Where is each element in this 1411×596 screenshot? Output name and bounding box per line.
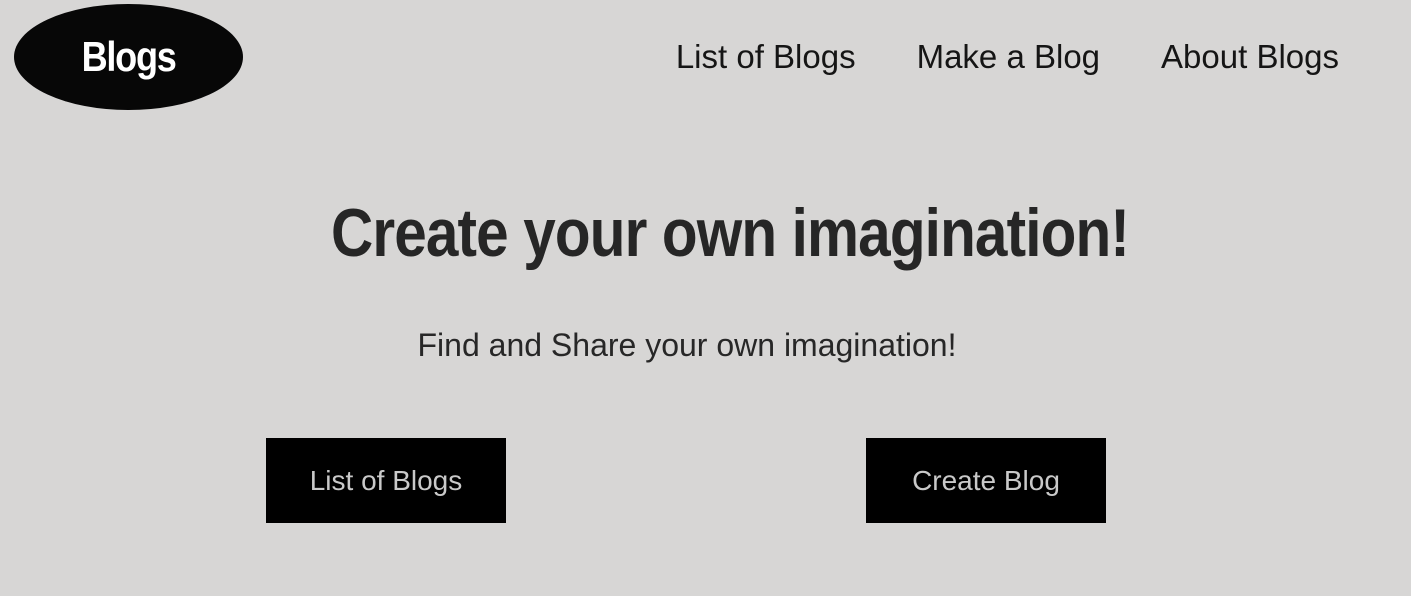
hero-subtitle: Find and Share your own imagination! bbox=[417, 327, 957, 363]
nav-about-blogs[interactable]: About Blogs bbox=[1161, 36, 1339, 78]
main-nav: List of Blogs Make a Blog About Blogs bbox=[676, 36, 1339, 78]
page: Blogs List of Blogs Make a Blog About Bl… bbox=[0, 0, 1411, 596]
logo-link[interactable]: Blogs bbox=[14, 4, 243, 110]
nav-make-a-blog[interactable]: Make a Blog bbox=[917, 36, 1100, 78]
logo-text: Blogs bbox=[81, 33, 177, 80]
list-of-blogs-button[interactable]: List of Blogs bbox=[266, 438, 506, 523]
hero-title-text: Create your own imagination! bbox=[330, 195, 1130, 271]
hero-title: Create your own imagination! bbox=[266, 190, 1130, 276]
create-blog-button[interactable]: Create Blog bbox=[866, 438, 1106, 523]
nav-list-of-blogs[interactable]: List of Blogs bbox=[676, 36, 856, 78]
